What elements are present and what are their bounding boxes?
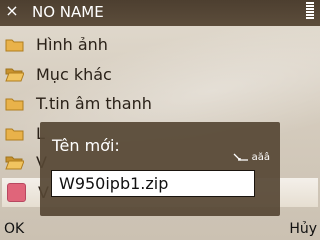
list-item[interactable]: Mục khác bbox=[0, 60, 320, 90]
folder-open-icon bbox=[5, 155, 24, 170]
input-mode-indicator: aăâ bbox=[233, 152, 270, 163]
folder-open-icon bbox=[5, 67, 24, 82]
folder-closed-icon bbox=[5, 126, 24, 141]
softkey-bar: OK Hủy bbox=[0, 218, 320, 240]
dialog-label: Tên mới: bbox=[52, 136, 120, 155]
rename-dialog: Tên mới: aăâ W950ipb1.zip bbox=[40, 122, 280, 216]
page-title: NO NAME bbox=[32, 3, 104, 21]
pen-input-icon bbox=[233, 153, 248, 161]
list-item-label: Hình ảnh bbox=[36, 35, 108, 55]
close-icon[interactable]: × bbox=[4, 3, 20, 19]
list-item[interactable]: T.tin âm thanh bbox=[0, 89, 320, 119]
battery-icon bbox=[306, 2, 314, 22]
filename-input[interactable]: W950ipb1.zip bbox=[51, 170, 255, 197]
title-bar: × NO NAME bbox=[0, 0, 320, 26]
list-item-label: Mục khác bbox=[36, 64, 112, 84]
list-item[interactable]: Hình ảnh bbox=[0, 30, 320, 60]
folder-closed-icon bbox=[5, 37, 24, 52]
app-file-icon bbox=[7, 182, 26, 202]
ok-softkey[interactable]: OK bbox=[4, 221, 24, 237]
folder-closed-icon bbox=[5, 96, 24, 111]
input-mode-label: aăâ bbox=[251, 152, 270, 163]
cancel-softkey[interactable]: Hủy bbox=[289, 221, 317, 237]
list-item-label: T.tin âm thanh bbox=[36, 94, 152, 114]
screen: × NO NAME Hình ảnh Mục khác T.tin âm tha… bbox=[0, 0, 320, 240]
